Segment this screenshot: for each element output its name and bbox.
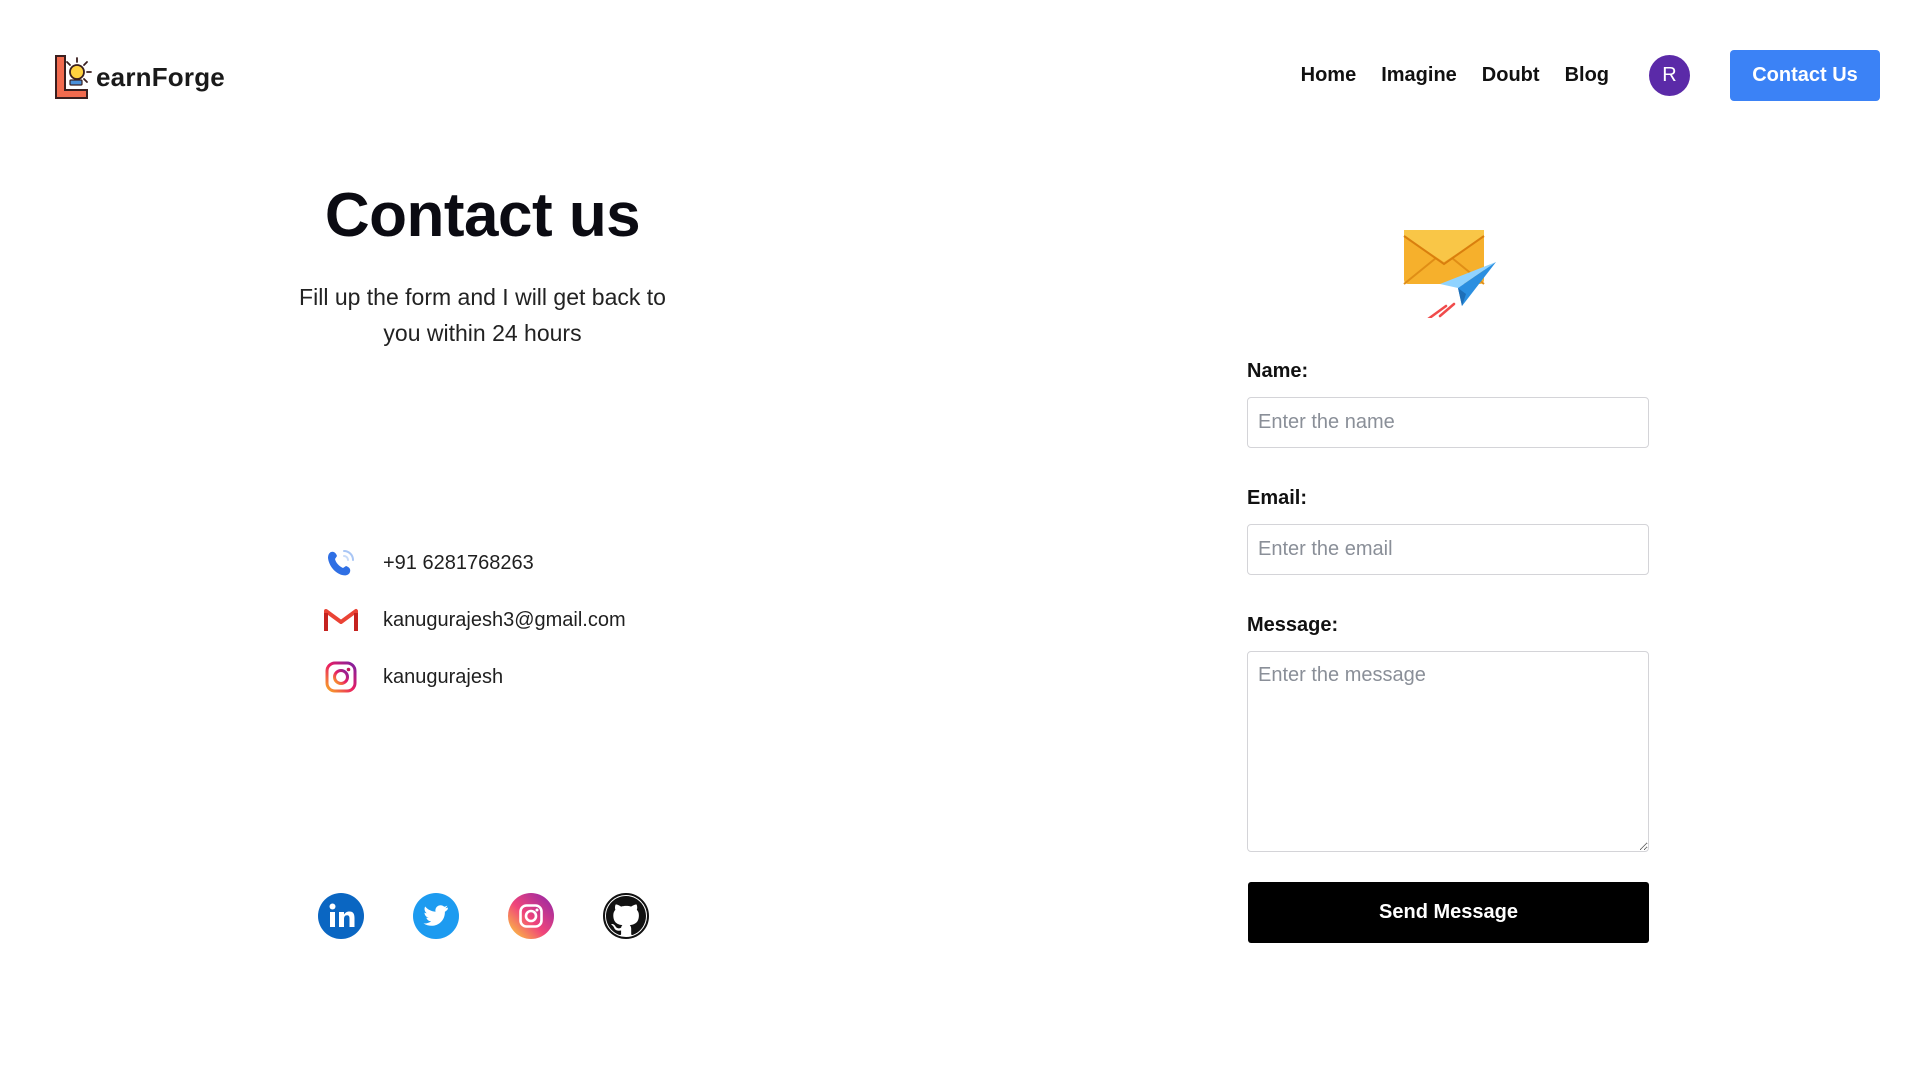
message-textarea[interactable] bbox=[1247, 651, 1649, 852]
hero-section: Contact us Fill up the form and I will g… bbox=[240, 180, 725, 351]
nav-doubt[interactable]: Doubt bbox=[1482, 64, 1540, 87]
brand-logo[interactable]: earnForge bbox=[52, 52, 225, 102]
user-avatar[interactable]: R bbox=[1649, 55, 1690, 96]
email-address: kanugurajesh3@gmail.com bbox=[383, 608, 626, 631]
gmail-icon bbox=[323, 602, 359, 638]
logo-icon bbox=[55, 55, 92, 99]
social-links bbox=[318, 893, 698, 939]
page-subtitle: Fill up the form and I will get back to … bbox=[299, 284, 666, 346]
page-title: Contact us bbox=[324, 181, 641, 250]
name-input[interactable] bbox=[1247, 397, 1649, 448]
main-nav: Home Imagine Doubt Blog R Contact Us bbox=[1301, 50, 1880, 101]
contact-instagram: kanugurajesh bbox=[323, 659, 626, 695]
name-group: Name: bbox=[1247, 360, 1649, 448]
email-label: Email: bbox=[1247, 487, 1308, 509]
phone-number: +91 6281768263 bbox=[383, 551, 534, 574]
mail-plane-icon bbox=[1403, 230, 1496, 318]
contact-us-button[interactable]: Contact Us bbox=[1730, 50, 1880, 101]
instagram-social-icon[interactable] bbox=[508, 893, 554, 939]
nav-imagine[interactable]: Imagine bbox=[1381, 64, 1457, 87]
email-input[interactable] bbox=[1247, 524, 1649, 575]
twitter-icon[interactable] bbox=[413, 893, 459, 939]
contact-email: kanugurajesh3@gmail.com bbox=[323, 602, 626, 638]
contact-phone: +91 6281768263 bbox=[323, 545, 626, 581]
contact-form: Name: Email: Message: Send Message bbox=[1247, 360, 1649, 943]
nav-blog[interactable]: Blog bbox=[1565, 64, 1609, 87]
nav-home[interactable]: Home bbox=[1301, 64, 1357, 87]
contact-list: +91 6281768263 kanugurajesh3@gmail.com k… bbox=[323, 545, 626, 716]
send-message-button[interactable]: Send Message bbox=[1248, 882, 1649, 943]
instagram-handle: kanugurajesh bbox=[383, 665, 504, 688]
github-icon[interactable] bbox=[603, 893, 649, 939]
message-label: Message: bbox=[1247, 614, 1339, 636]
email-group: Email: bbox=[1247, 487, 1649, 575]
name-label: Name: bbox=[1247, 360, 1309, 382]
linkedin-icon[interactable] bbox=[318, 893, 364, 939]
brand-name: earnForge bbox=[96, 61, 225, 92]
instagram-icon bbox=[323, 659, 359, 695]
message-group: Message: bbox=[1247, 614, 1649, 852]
contact-page: earnForge Home Imagine Doubt Blog R Cont… bbox=[0, 0, 1920, 1080]
phone-icon bbox=[323, 545, 359, 581]
